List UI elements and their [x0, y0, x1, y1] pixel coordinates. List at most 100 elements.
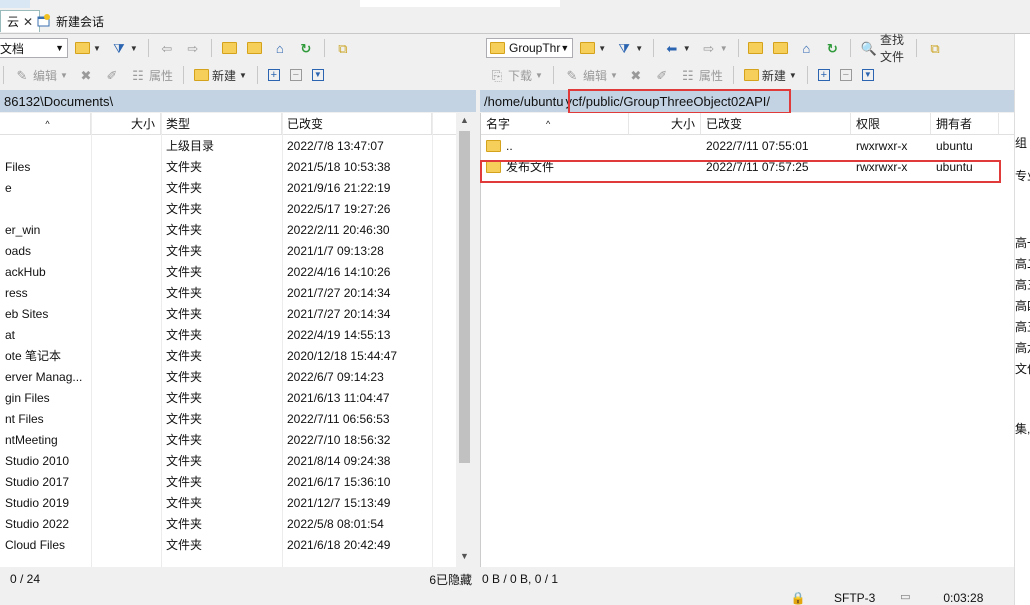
column-divider [282, 113, 283, 567]
tab-new-session[interactable]: 新建会话 [30, 10, 110, 32]
rename-button[interactable]: ✐ [651, 65, 673, 85]
column-name[interactable]: 名字 ^ [481, 113, 629, 134]
file-modified: 2022/6/7 09:14:23 [287, 369, 384, 384]
file-type: 文件夹 [166, 391, 203, 405]
parent-dir-button[interactable] [219, 38, 240, 58]
root-dir-button[interactable] [770, 38, 791, 58]
path-highlight-box [568, 89, 791, 114]
edge-text: 专业 [1015, 169, 1030, 183]
column-modified[interactable]: 已改变 [701, 113, 851, 134]
left-rows: 上级目录 2022/7/8 13:47:07 Files 文件夹 2021/5/18 1… [0, 135, 456, 555]
left-path-bar[interactable]: 86132\Documents\ [0, 90, 476, 112]
table-row[interactable]: eb Sites 文件夹 2021/7/27 20:14:34 [0, 303, 456, 324]
left-scrollbar[interactable]: ▲ ▼ [456, 113, 473, 567]
column-size[interactable]: 大小 [91, 113, 161, 134]
scroll-down-icon[interactable]: ▼ [456, 551, 473, 563]
collapse-button[interactable]: − [287, 65, 305, 85]
divider [732, 66, 734, 84]
table-row[interactable]: erver Manag... 文件夹 2022/6/7 09:14:23 [0, 366, 456, 387]
column-size[interactable]: 大小 [629, 113, 701, 134]
table-row[interactable]: ackHub 文件夹 2022/4/16 14:10:26 [0, 261, 456, 282]
select-filter-button[interactable]: ▼ [859, 65, 877, 85]
refresh-button[interactable]: ↻ [821, 38, 843, 58]
parent-dir-button[interactable] [745, 38, 766, 58]
file-type: 文件夹 [166, 202, 203, 216]
table-row[interactable]: .. 2022/7/11 07:55:01 rwxrwxr-x ubuntu [481, 135, 1014, 156]
delete-button[interactable]: ✖ [75, 65, 97, 85]
table-row[interactable]: at 文件夹 2022/4/19 14:55:13 [0, 324, 456, 345]
file-name: nt Files [5, 411, 44, 426]
home-button[interactable]: ⌂ [795, 38, 817, 58]
root-dir-button[interactable] [244, 38, 265, 58]
table-row[interactable]: ote 笔记本 文件夹 2020/12/18 15:44:47 [0, 345, 456, 366]
collapse-button[interactable]: − [837, 65, 855, 85]
column-owner[interactable]: 拥有者 [931, 113, 999, 134]
forward-button[interactable]: ⇨ [182, 38, 204, 58]
table-row[interactable]: 文件夹 2022/5/17 19:27:26 [0, 198, 456, 219]
expand-button[interactable]: + [265, 65, 283, 85]
scroll-up-icon[interactable]: ▲ [456, 115, 473, 127]
table-row[interactable]: gin Files 文件夹 2021/6/13 11:04:47 [0, 387, 456, 408]
table-row[interactable]: Studio 2017 文件夹 2021/6/17 15:36:10 [0, 471, 456, 492]
column-permissions[interactable]: 权限 [851, 113, 931, 134]
download-button[interactable]: ⎘ 下载 ▼ [486, 65, 546, 85]
forward-button[interactable]: ⇨ ▼ [698, 38, 731, 58]
table-row[interactable]: Studio 2019 文件夹 2021/12/7 15:13:49 [0, 492, 456, 513]
home-icon: ⌂ [802, 40, 811, 56]
table-row[interactable]: ress 文件夹 2021/7/27 20:14:34 [0, 282, 456, 303]
table-row[interactable]: er_win 文件夹 2022/2/11 20:46:30 [0, 219, 456, 240]
table-row[interactable]: Studio 2010 文件夹 2021/8/14 09:24:38 [0, 450, 456, 471]
search-icon: 🔍 [860, 40, 878, 56]
rename-button[interactable]: ✐ [101, 65, 123, 85]
chevron-down-icon: ▼ [788, 70, 797, 80]
file-type: 文件夹 [166, 454, 203, 468]
open-folder-button[interactable]: ▼ [72, 38, 104, 58]
divider [737, 39, 739, 57]
table-row[interactable]: ntMeeting 文件夹 2022/7/10 18:56:32 [0, 429, 456, 450]
column-modified[interactable]: 已改变 [282, 113, 432, 134]
new-button[interactable]: 新建 ▼ [191, 65, 250, 85]
filter-button[interactable]: ⧩ ▼ [613, 38, 646, 58]
pencil-icon: ✎ [16, 67, 28, 83]
file-type: 文件夹 [166, 517, 203, 531]
table-row[interactable]: Cloud Files 文件夹 2021/6/18 20:42:49 [0, 534, 456, 555]
file-name: oads [5, 243, 32, 258]
right-dir-select[interactable]: GroupThr ▼ [486, 38, 574, 58]
find-files-button[interactable]: 🔍 查找文件 [858, 33, 909, 64]
filter-button[interactable]: ⧩ ▼ [108, 38, 141, 58]
table-row[interactable]: Files 文件夹 2021/5/18 10:53:38 [0, 156, 456, 177]
edit-label: 编辑 [33, 68, 58, 83]
table-row[interactable]: oads 文件夹 2021/1/7 09:13:28 [0, 240, 456, 261]
bookmark-button[interactable]: ⧉ [924, 38, 946, 58]
properties-button[interactable]: ☷ 属性 [127, 65, 176, 85]
column-divider [161, 113, 162, 567]
refresh-button[interactable]: ↻ [295, 38, 317, 58]
file-modified: 2022/7/10 18:56:32 [287, 432, 391, 447]
back-button[interactable]: ⬅ ▼ [661, 38, 694, 58]
back-button[interactable]: ⇦ [156, 38, 178, 58]
select-filter-button[interactable]: ▼ [309, 65, 327, 85]
table-row[interactable]: e 文件夹 2021/9/16 21:22:19 [0, 177, 456, 198]
delete-button[interactable]: ✖ [625, 65, 647, 85]
edit-button[interactable]: ✎ 编辑 ▼ [11, 65, 71, 85]
home-button[interactable]: ⌂ [269, 38, 291, 58]
file-name: Studio 2019 [5, 495, 70, 510]
table-row[interactable]: Studio 2022 文件夹 2022/5/8 08:01:54 [0, 513, 456, 534]
edit-button[interactable]: ✎ 编辑 ▼ [561, 65, 621, 85]
file-modified: 2022/5/17 19:27:26 [287, 201, 391, 216]
bookmark-button[interactable]: ⧉ [332, 38, 354, 58]
expand-button[interactable]: + [815, 65, 833, 85]
table-row[interactable]: nt Files 文件夹 2022/7/11 06:56:53 [0, 408, 456, 429]
row-highlight-box [480, 160, 1001, 183]
column-type[interactable]: 类型 [161, 113, 282, 134]
file-type: 文件夹 [166, 496, 203, 510]
left-drive-select[interactable]: 文档 ▼ [0, 38, 68, 58]
new-button[interactable]: 新建 ▼ [741, 65, 800, 85]
delete-icon: ✖ [80, 67, 92, 83]
table-row[interactable]: 上级目录 2022/7/8 13:47:07 [0, 135, 456, 156]
scroll-thumb[interactable] [459, 131, 470, 463]
properties-button[interactable]: ☷ 属性 [677, 65, 726, 85]
divider [653, 39, 654, 57]
open-folder-button[interactable]: ▼ [577, 38, 609, 58]
edge-text: 文件 [1015, 362, 1030, 376]
